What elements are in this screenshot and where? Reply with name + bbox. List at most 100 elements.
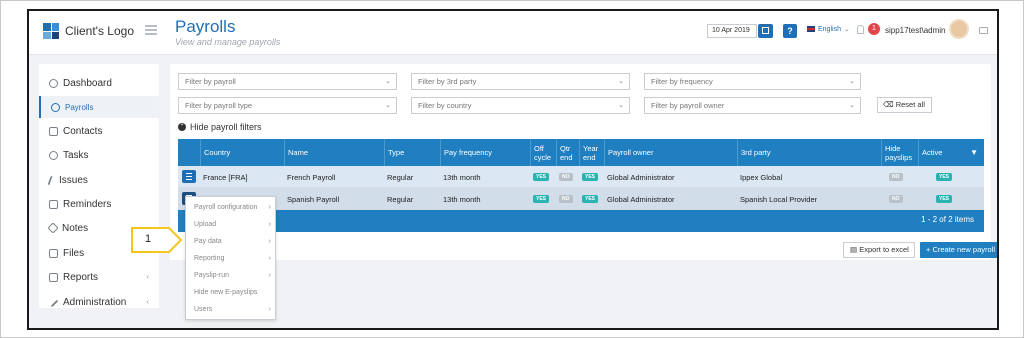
- payrolls-icon: [51, 102, 60, 112]
- sidebar-item-payrolls[interactable]: Payrolls: [39, 96, 159, 118]
- menu-item-pay-data[interactable]: Pay data ›: [186, 233, 275, 250]
- filter-placeholder: Filter by payroll owner: [651, 101, 725, 110]
- reset-label: Reset all: [895, 100, 925, 109]
- cell-third-party: Ippex Global: [740, 172, 783, 182]
- chevron-down-icon: ⌄: [849, 78, 855, 85]
- sidebar-item-issues[interactable]: Issues: [39, 169, 159, 191]
- logo-icon: [43, 23, 59, 39]
- avatar[interactable]: [949, 19, 969, 39]
- issues-icon: [47, 175, 56, 185]
- menu-item-users[interactable]: Users ›: [186, 301, 275, 318]
- page-title: Payrolls: [175, 17, 236, 36]
- sidebar-item-label: Reports: [63, 271, 99, 283]
- chevron-up-icon: ⌃: [178, 123, 186, 131]
- menu-item-hide-new-e-payslips[interactable]: Hide new E-payslips: [186, 284, 275, 301]
- reset-all-button[interactable]: ⌫ Reset all: [877, 97, 932, 113]
- eraser-icon: ⌫: [883, 100, 894, 109]
- table-footer: 1 - 2 of 2 items: [178, 210, 984, 232]
- export-excel-button[interactable]: ▤ Export to excel: [843, 242, 915, 258]
- filter-icon[interactable]: ▼: [970, 148, 978, 157]
- page-subtitle: View and manage payrolls: [175, 37, 281, 47]
- sidebar-item-label: Tasks: [63, 149, 89, 161]
- status-badge: NO: [559, 173, 573, 181]
- filter-payroll-type[interactable]: Filter by payroll type ⌄: [178, 97, 397, 114]
- col-payroll-owner[interactable]: Payroll owner: [604, 139, 737, 166]
- row-context-menu: Payroll configuration › Upload › Pay data ›…: [185, 196, 276, 320]
- dashboard-icon: [49, 78, 58, 88]
- status-badge: YES: [936, 173, 953, 181]
- sidebar-item-tasks[interactable]: Tasks: [39, 144, 159, 166]
- sidebar-item-contacts[interactable]: Contacts: [39, 120, 159, 142]
- sidebar-item-administration[interactable]: Administration ‹: [39, 291, 159, 313]
- chevron-down-icon: ⌄: [618, 102, 624, 109]
- cell-country: France [FRA]: [203, 172, 248, 182]
- cell-hide-payslips: NO: [881, 188, 918, 210]
- bell-icon[interactable]: [857, 25, 864, 34]
- files-icon: [49, 248, 58, 258]
- status-badge: NO: [559, 195, 573, 203]
- col-year-end[interactable]: Year end: [579, 139, 604, 166]
- menu-item-label: Users: [194, 306, 213, 313]
- menu-item-upload[interactable]: Upload ›: [186, 216, 275, 233]
- col-qtr-end[interactable]: Qtr end: [556, 139, 579, 166]
- table-row[interactable]: France [FRA] French Payroll Regular 13th…: [178, 166, 984, 188]
- col-hide-payslips[interactable]: Hide payslips: [881, 139, 918, 166]
- user-name[interactable]: sipp17test\admin: [885, 26, 945, 35]
- cell-active: YES: [918, 166, 984, 188]
- sidebar-item-reminders[interactable]: Reminders: [39, 193, 159, 215]
- filter-country[interactable]: Filter by country ⌄: [411, 97, 630, 114]
- filter-payroll-owner[interactable]: Filter by payroll owner ⌄: [644, 97, 861, 114]
- filter-frequency[interactable]: Filter by frequency ⌄: [644, 73, 861, 90]
- filter-payroll[interactable]: Filter by payroll ⌄: [178, 73, 397, 90]
- calendar-icon: [762, 27, 769, 34]
- status-badge: YES: [533, 195, 550, 203]
- menu-item-label: Reporting: [194, 255, 225, 262]
- table-row[interactable]: Spain [ESP] Spanish Payroll Regular 13th…: [178, 188, 984, 210]
- document-icon: ▤: [850, 245, 858, 254]
- row-menu-button[interactable]: [182, 170, 196, 183]
- filter-third-party[interactable]: Filter by 3rd party ⌄: [411, 73, 630, 90]
- table-header: Country Name Type Pay frequency Off cycl…: [178, 139, 984, 166]
- hide-filters-toggle[interactable]: ⌃ Hide payroll filters: [178, 122, 262, 132]
- chevron-down-icon: ⌄: [385, 78, 391, 85]
- language-label: English: [818, 25, 841, 33]
- cell-type: Regular: [387, 172, 414, 182]
- col-active-label: Active: [922, 148, 943, 157]
- sidebar-item-reports[interactable]: Reports ‹: [39, 266, 159, 288]
- sidebar-item-label: Files: [63, 247, 85, 259]
- language-selector[interactable]: English ⌄: [807, 25, 850, 33]
- sidebar-item-dashboard[interactable]: Dashboard: [39, 72, 159, 94]
- date-input[interactable]: 10 Apr 2019: [707, 24, 757, 38]
- col-country[interactable]: Country: [200, 139, 284, 166]
- menu-item-reporting[interactable]: Reporting ›: [186, 250, 275, 267]
- hide-filters-label: Hide payroll filters: [190, 122, 262, 132]
- logo-text: Client's Logo: [65, 24, 134, 38]
- notification-badge[interactable]: 1: [868, 23, 880, 35]
- step-callout-number: 1: [145, 233, 152, 245]
- sidebar-item-label: Issues: [59, 174, 88, 186]
- cell-name: French Payroll: [287, 172, 336, 182]
- sidebar: Dashboard Payrolls Contacts Tasks Issues…: [39, 64, 159, 308]
- cell-active: YES: [918, 188, 984, 210]
- menu-toggle-icon[interactable]: [145, 25, 157, 35]
- menu-item-payslip-run[interactable]: Payslip-run ›: [186, 267, 275, 284]
- filter-placeholder: Filter by payroll: [185, 77, 236, 86]
- col-off-cycle[interactable]: Off cycle: [530, 139, 556, 166]
- client-logo[interactable]: Client's Logo: [43, 23, 134, 39]
- col-active[interactable]: Active ▼: [918, 139, 984, 166]
- menu-item-label: Pay data: [194, 238, 222, 245]
- calendar-button[interactable]: [758, 24, 773, 38]
- contacts-icon: [49, 126, 58, 136]
- menu-item-payroll-configuration[interactable]: Payroll configuration ›: [186, 199, 275, 216]
- help-button[interactable]: ?: [783, 24, 797, 38]
- col-third-party[interactable]: 3rd party: [737, 139, 881, 166]
- col-type[interactable]: Type: [384, 139, 440, 166]
- message-icon[interactable]: [979, 27, 988, 34]
- tasks-icon: [49, 150, 58, 160]
- chevron-down-icon: ⌄: [849, 102, 855, 109]
- create-payroll-button[interactable]: + Create new payroll: [920, 242, 997, 258]
- uk-flag-icon: [807, 26, 815, 32]
- col-name[interactable]: Name: [284, 139, 384, 166]
- chevron-right-icon: ›: [268, 306, 271, 313]
- col-pay-frequency[interactable]: Pay frequency: [440, 139, 530, 166]
